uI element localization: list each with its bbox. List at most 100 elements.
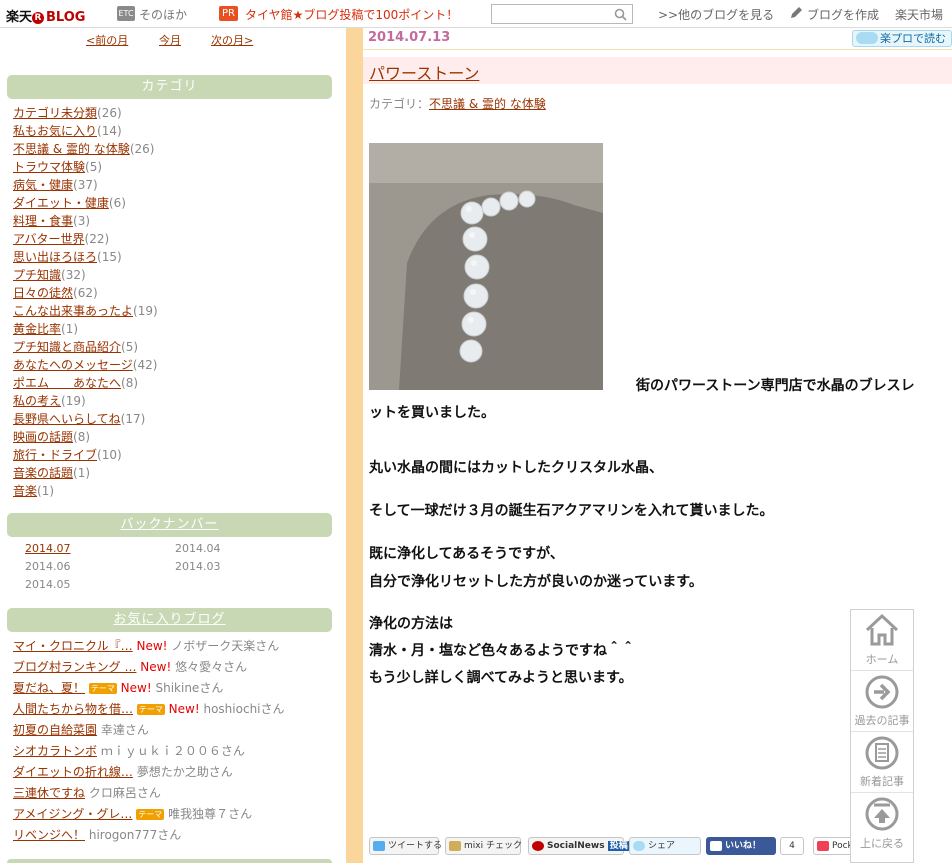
category-widget-title: カテゴリ xyxy=(7,75,332,99)
archive-list: 2014.07 2014.04 2014.06 2014.03 2014.05 xyxy=(25,542,325,602)
new-entries-label: 新着記事 xyxy=(860,775,904,788)
category-count: (19) xyxy=(133,304,158,318)
pencil-icon xyxy=(791,7,802,18)
socialnews-post-label: 投稿 xyxy=(607,841,630,851)
search-input[interactable] xyxy=(492,5,610,23)
archive-widget-title[interactable]: バックナンバー xyxy=(7,513,332,537)
category-item: こんな出来事あったよ(19) xyxy=(13,302,158,320)
favorite-link[interactable]: ブログ村ランキング … xyxy=(13,660,136,674)
etc-icon[interactable]: ETC xyxy=(117,6,135,21)
category-link[interactable]: 音楽の話題 xyxy=(13,466,73,480)
category-item: あなたへのメッセージ(42) xyxy=(13,356,158,374)
column-divider xyxy=(346,28,363,863)
favorite-link[interactable]: 三連休ですね xyxy=(13,786,85,800)
favorite-author: ノボザーク天楽さん xyxy=(171,639,280,653)
favorite-link[interactable]: シオカラトンボ xyxy=(13,744,97,758)
category-link[interactable]: アバター世界 xyxy=(13,232,85,246)
mixi-label: mixi チェック xyxy=(464,841,522,851)
favorite-link[interactable]: 人間たちから物を借… xyxy=(13,702,133,716)
category-link[interactable]: 日々の徒然 xyxy=(13,286,73,300)
bracelet-photo[interactable] xyxy=(369,143,603,390)
logo-blog-text: BLOG xyxy=(46,10,86,25)
mixi-icon xyxy=(449,841,461,851)
favorite-link[interactable]: アメイジング・グレ… xyxy=(13,807,132,821)
favorite-link[interactable]: マイ・クロニクル『… xyxy=(13,639,133,653)
category-count: (6) xyxy=(108,196,126,210)
favorites-widget-title[interactable]: お気に入りブログ xyxy=(7,608,332,632)
category-link[interactable]: 音楽 xyxy=(13,484,37,498)
category-item: ダイエット・健康(6) xyxy=(13,194,158,212)
next-month-link[interactable]: 次の月> xyxy=(211,32,253,48)
category-item: 音楽の話題(1) xyxy=(13,464,158,482)
socialnews-button[interactable]: SocialNews 投稿 xyxy=(528,837,630,855)
category-link[interactable]: 思い出ほろほろ xyxy=(13,250,97,264)
entry-text-line: 丸い水晶の間にはカットしたクリスタル水晶、 xyxy=(369,460,663,476)
other-link[interactable]: そのほか xyxy=(139,6,187,23)
category-link[interactable]: あなたへのメッセージ xyxy=(13,358,133,372)
category-link[interactable]: 映画の話題 xyxy=(13,430,73,444)
pr-link[interactable]: タイヤ館★ブログ投稿で100ポイント！ xyxy=(245,6,458,23)
category-link[interactable]: 旅行・ドライブ xyxy=(13,448,97,462)
archive-link[interactable]: 2014.03 xyxy=(175,560,221,573)
favorite-link[interactable]: 初夏の自給菜園 xyxy=(13,723,97,737)
category-count: (5) xyxy=(85,160,103,174)
category-link[interactable]: ポエム あなたへ xyxy=(13,376,121,390)
category-link[interactable]: こんな出来事あったよ xyxy=(13,304,133,318)
favorite-item: リベンジへ！ hirogon777さん xyxy=(13,825,285,846)
current-month-link[interactable]: 今月 xyxy=(159,32,181,48)
category-count: (32) xyxy=(61,268,86,282)
archive-link[interactable]: 2014.04 xyxy=(175,542,221,555)
back-to-top-nav-button[interactable]: 上に戻る xyxy=(851,793,913,854)
entry-title[interactable]: パワーストーン xyxy=(369,60,479,84)
category-link[interactable]: 不思議 & 霊的 な体験 xyxy=(13,142,130,156)
category-count: (1) xyxy=(37,484,55,498)
favorite-link[interactable]: 夏だね、夏！ xyxy=(13,681,85,695)
category-link[interactable]: カテゴリ未分類 xyxy=(13,106,97,120)
facebook-like-button[interactable]: いいね！ xyxy=(706,837,776,855)
favorite-link[interactable]: ダイエットの折れ線… xyxy=(13,765,133,779)
twitter-icon xyxy=(373,841,385,851)
read-with-pro-button[interactable]: 楽プロで読む xyxy=(852,30,952,47)
archive-link[interactable]: 2014.06 xyxy=(25,560,71,573)
home-nav-button[interactable]: ホーム xyxy=(851,610,913,671)
favorite-item: 人間たちから物を借… テーマ New! hoshiochiさん xyxy=(13,699,285,720)
favorite-link[interactable]: リベンジへ！ xyxy=(13,828,85,842)
entry-text-line: 自分で浄化リセットした方が良いのか迷っています。 xyxy=(369,574,703,590)
share-mascot-icon xyxy=(633,841,645,851)
past-entries-nav-button[interactable]: 過去の記事 xyxy=(851,671,913,732)
entry-text-line: 清水・月・塩など色々あるようですね＾＾ xyxy=(369,643,635,659)
archive-link[interactable]: 2014.07 xyxy=(25,542,71,555)
category-count: (19) xyxy=(61,394,86,408)
category-link[interactable]: 私もお気に入り xyxy=(13,124,97,138)
category-link[interactable]: 病気・健康 xyxy=(13,178,73,192)
prev-month-link[interactable]: <前の月 xyxy=(86,32,128,48)
category-link[interactable]: 長野県へいらしてね xyxy=(13,412,121,426)
create-blog-link[interactable]: ブログを作成 xyxy=(807,6,879,23)
category-item: プチ知識(32) xyxy=(13,266,158,284)
category-count: (10) xyxy=(97,448,122,462)
mixi-check-button[interactable]: mixi チェック xyxy=(445,837,522,855)
category-link[interactable]: プチ知識と商品紹介 xyxy=(13,340,121,354)
category-count: (22) xyxy=(84,232,110,246)
category-item: 映画の話題(8) xyxy=(13,428,158,446)
category-count: (8) xyxy=(121,376,139,390)
category-link[interactable]: 黄金比率 xyxy=(13,322,61,336)
category-item: アバター世界(22) xyxy=(13,230,158,248)
rakuten-market-link[interactable]: 楽天市場 xyxy=(895,6,943,23)
category-link[interactable]: プチ知識 xyxy=(13,268,61,282)
entry-text-line: 既に浄化してあるそうですが、 xyxy=(369,546,564,562)
category-link[interactable]: ダイエット・健康 xyxy=(13,196,109,210)
like-label: いいね！ xyxy=(725,841,762,851)
entry-category-link[interactable]: 不思議 & 霊的 な体験 xyxy=(429,97,546,111)
tweet-button[interactable]: ツイートする xyxy=(369,837,442,855)
category-link[interactable]: 私の考え xyxy=(13,394,61,408)
other-blogs-link[interactable]: >>他のブログを見る xyxy=(658,6,774,23)
rakuten-blog-logo[interactable]: 楽天 R BLOG xyxy=(6,6,85,25)
search-icon[interactable] xyxy=(614,8,627,21)
new-entries-nav-button[interactable]: 新着記事 xyxy=(851,732,913,793)
category-count: (8) xyxy=(73,430,91,444)
category-link[interactable]: 料理・食事 xyxy=(13,214,73,228)
archive-link[interactable]: 2014.05 xyxy=(25,578,71,591)
category-link[interactable]: トラウマ体験 xyxy=(13,160,85,174)
share-button[interactable]: シェア xyxy=(629,837,701,855)
